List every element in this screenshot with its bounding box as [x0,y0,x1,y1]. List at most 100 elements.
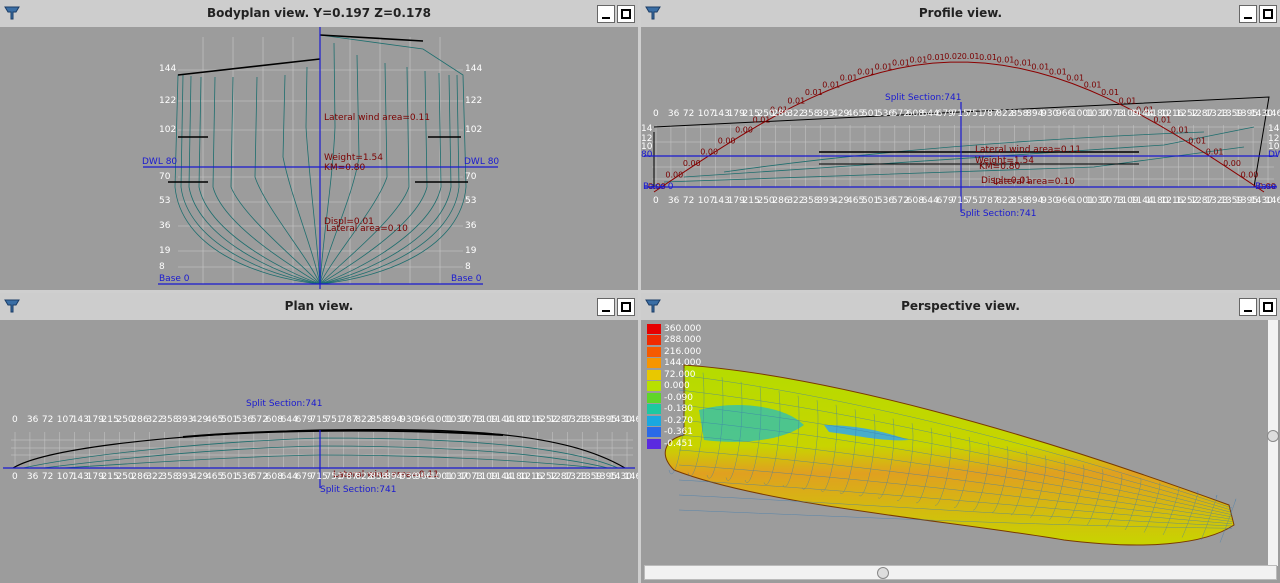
curve-label: 0.01 [805,88,823,97]
curve-label: 0.01 [840,74,858,83]
horizontal-scrollbar[interactable] [644,565,1277,580]
legend-value: 144.000 [664,358,702,369]
maximize-button[interactable] [1259,298,1277,316]
profile-pane: Profile view. 0.00 0.00 0.00 0.00 0.00 0.00 0.… [641,0,1280,290]
legend-item: -0.270 [647,415,701,427]
dwl-label-right: DWL 80 [464,157,500,167]
curve-label: 0.01 [875,62,893,71]
split-section-label: Split Section:741 [960,209,1037,219]
curve-label: 0.01 [822,80,840,89]
curve-label: 0.02 [944,52,962,61]
waterline-label: 144 [159,64,177,74]
maximize-button[interactable] [617,5,635,23]
legend-item: 216.000 [647,346,701,358]
km-label: KM=0.80 [979,162,1021,172]
perspective-canvas[interactable] [644,320,1266,566]
waterline-label: 19 [159,246,171,256]
split-section-label: Split Section:741 [885,93,962,103]
legend-swatch [647,404,661,415]
perspective-title: Perspective view. [901,299,1020,313]
lateral-wind-area-label: Lateral wind area=0.11 [324,113,430,123]
curve-label: 0.01 [1206,147,1224,156]
station-label: 36 [667,196,680,206]
curve-label: 0.01 [1031,62,1049,71]
bodyplan-deck-lines [168,34,468,183]
bodyplan-titlebar: Bodyplan view. Y=0.197 Z=0.178 [0,0,638,27]
waterline-label: 8 [159,262,165,272]
legend-swatch [647,415,661,426]
minimize-button[interactable] [1239,298,1257,316]
base-label-right: Base 0 [451,274,482,284]
profile-titlebar: Profile view. [641,0,1280,27]
base-label-right: Base [1255,182,1277,192]
plan-canvas[interactable] [3,320,635,582]
legend-swatch [647,369,661,380]
waterline-label: 102 [465,125,483,135]
legend-swatch [647,427,661,438]
legend-value: 72.000 [664,369,696,380]
bodyplan-canvas[interactable] [3,27,635,289]
legend-value: -0.270 [664,415,694,426]
station-label: 72 [41,472,54,482]
vertical-scrollbar[interactable] [1267,320,1279,566]
plan-title: Plan view. [284,299,354,313]
waterline-label: 14 [1268,124,1280,134]
hull-surface [664,364,1235,546]
legend-value: 288.000 [664,335,702,346]
legend-value: -0.090 [664,392,694,403]
legend-value: 360.000 [664,323,702,334]
perspective-pane: Perspective view. 360.000 288.000 216.000 1… [641,293,1280,583]
legend-swatch [647,381,661,392]
waterline-label: 122 [465,96,483,106]
scroll-knob[interactable] [1267,430,1279,442]
station-label: 0 [653,109,659,119]
legend-item: -0.451 [647,438,701,450]
curve-label: 0.00 [735,126,753,135]
legend-item: -0.180 [647,404,701,416]
curve-label: 0.01 [1188,136,1206,145]
legend-value: -0.361 [664,427,694,438]
maximize-button[interactable] [617,298,635,316]
legend-value: 216.000 [664,346,702,357]
legend-swatch [647,323,661,334]
curve-label: 0.01 [787,96,805,105]
lateral-area-label: Lateral area=0.10 [326,224,408,234]
minimize-button[interactable] [597,5,615,23]
curve-label: 0.01 [1014,58,1032,67]
legend-swatch [647,392,661,403]
split-section-label: Split Section:741 [320,485,397,495]
curve-label: 0.01 [1119,96,1137,105]
curve-label: 0.01 [1171,126,1189,135]
legend-swatch [647,346,661,357]
scroll-knob[interactable] [877,567,889,579]
waterline-label: 70 [465,172,477,182]
profile-curve-labels: 0.000.000.000.000.000.000.010.010.010.01… [648,52,1276,191]
minimize-button[interactable] [1239,5,1257,23]
station-label: 0 [12,472,18,482]
station-label: 36 [26,415,39,425]
station-label: 1466 [1265,109,1280,119]
profile-canvas[interactable]: 0.000.000.000.000.000.000.010.010.010.01… [644,27,1277,289]
legend-item: 288.000 [647,335,701,347]
waterline-label: 144 [465,64,483,74]
plan-titlebar: Plan view. [0,293,638,320]
lateral-wind-area-label: Lateral wind area=0.11 [975,145,1081,155]
base-label-left: Base 0 [643,182,674,192]
curve-label: 0.00 [1241,170,1259,179]
minimize-button[interactable] [597,298,615,316]
curve-label: 0.01 [1049,68,1067,77]
curve-label: 0.01 [909,55,927,64]
station-label: 1466 [624,415,638,425]
dwl-label-left: 80 [641,150,653,160]
station-label: 0 [653,196,659,206]
legend-swatch [647,335,661,346]
maximize-button[interactable] [1259,5,1277,23]
legend-item: -0.090 [647,392,701,404]
legend-value: -0.180 [664,404,694,415]
station-label: 72 [682,109,695,119]
curve-label: 0.01 [1084,80,1102,89]
waterline-label: 36 [465,221,477,231]
curve-label: 0.01 [892,58,910,67]
curve-label: 0.01 [997,55,1015,64]
profile-buttocks [663,126,1255,183]
